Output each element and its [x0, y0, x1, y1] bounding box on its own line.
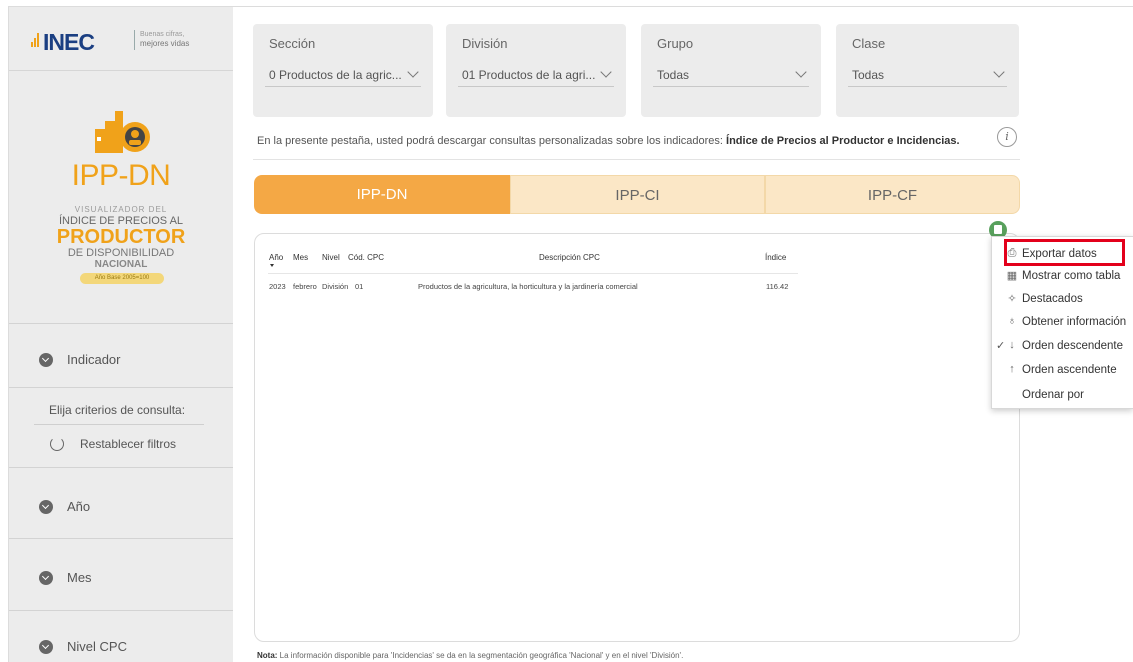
menu-item-orden-ascendente[interactable]: ↑ Orden ascendente — [992, 359, 1133, 381]
sidebar: INEC Buenas cifras, mejores vidas IPP-DN… — [9, 7, 233, 662]
chevron-down-icon — [795, 66, 807, 78]
cell-descripcion: Productos de la agricultura, la horticul… — [418, 282, 638, 291]
menu-item-ordenar-por[interactable]: Ordenar por — [992, 384, 1133, 406]
base-year-badge: Año Base 2005=100 — [80, 273, 164, 284]
info-text: En la presente pestaña, usted podrá desc… — [257, 135, 727, 147]
lightbulb-icon: ♁ — [1007, 315, 1017, 327]
menu-item-label: Orden descendente — [1022, 340, 1124, 352]
checkmark-icon: ✓ — [996, 340, 1006, 352]
column-header-mes[interactable]: Mes — [293, 253, 308, 262]
filter-value: 01 Productos de la agri... — [462, 68, 596, 82]
column-header-nivel[interactable]: Nivel — [322, 253, 340, 262]
sidebar-item-label: Año — [67, 499, 91, 514]
filter-value: Todas — [852, 68, 885, 82]
brand-subtitle-4: DE DISPONIBILIDAD — [67, 247, 175, 259]
brand-subtitle-3: PRODUCTOR — [56, 226, 186, 248]
sort-arrow-icon — [270, 264, 274, 267]
factory-worker-icon — [95, 111, 150, 153]
highlight-box — [1004, 239, 1125, 266]
sort-asc-icon: ↑ — [1009, 363, 1015, 375]
table-icon: ▦ — [1006, 270, 1018, 282]
info-bold-text: Índice de Precios al Productor e Inciden… — [726, 135, 960, 147]
chevron-down-icon — [39, 353, 53, 367]
column-header-descripcion[interactable]: Descripción CPC — [539, 253, 600, 262]
filter-title: División — [462, 36, 508, 51]
inec-logo: INEC Buenas cifras, mejores vidas — [9, 7, 233, 71]
reset-icon — [50, 437, 64, 451]
footnote: Nota: La información disponible para 'In… — [257, 651, 683, 660]
footnote-bold: Nota: — [257, 651, 278, 660]
inec-wordmark: INEC — [43, 29, 95, 55]
tab-ipp-ci[interactable]: IPP-CI — [510, 175, 765, 214]
footnote-text: La información disponible para 'Incidenc… — [277, 651, 684, 660]
inec-tagline-2: mejores vidas — [140, 39, 190, 48]
sidebar-item-label: Indicador — [67, 352, 121, 367]
menu-item-mostrar-tabla[interactable]: ▦ Mostrar como tabla — [992, 265, 1133, 287]
menu-item-label: Ordenar por — [1022, 389, 1085, 401]
menu-item-label: Orden ascendente — [1022, 364, 1117, 376]
chevron-down-icon — [39, 500, 53, 514]
filter-value: Todas — [657, 68, 690, 82]
filter-title: Grupo — [657, 36, 694, 51]
filter-title: Sección — [269, 36, 316, 51]
tab-ipp-cf[interactable]: IPP-CF — [765, 175, 1020, 214]
filter-seccion[interactable]: Sección 0 Productos de la agric... — [253, 24, 433, 117]
sidebar-item-ano[interactable]: Año — [9, 497, 233, 517]
cell-mes: febrero — [293, 282, 317, 291]
menu-item-label: Destacados — [1022, 293, 1083, 305]
sidebar-item-nivel-cpc[interactable]: Nivel CPC — [9, 637, 233, 657]
cell-indice: 116.42 — [766, 282, 789, 291]
sidebar-item-label: Mes — [67, 570, 92, 585]
chevron-down-icon — [993, 66, 1005, 78]
spotlight-icon: ✧ — [1007, 293, 1017, 305]
cell-cod-cpc: 01 — [355, 282, 364, 291]
menu-item-obtener-informacion[interactable]: ♁ Obtener información — [992, 311, 1133, 333]
table-visual — [254, 233, 1020, 642]
info-icon[interactable]: i — [997, 127, 1017, 147]
sidebar-item-mes[interactable]: Mes — [9, 568, 233, 588]
inec-tagline-1: Buenas cifras, — [140, 31, 185, 38]
brand-subtitle-5: NACIONAL — [94, 259, 148, 270]
column-header-ano[interactable]: Año — [269, 253, 283, 262]
brand-subtitle-1: VISUALIZADOR DEL — [74, 205, 168, 214]
chevron-down-icon — [39, 640, 53, 654]
column-header-cod-cpc[interactable]: Cód. CPC — [348, 253, 384, 262]
menu-item-label: Obtener información — [1022, 316, 1127, 328]
bars-icon — [31, 33, 41, 47]
criteria-label: Elija criterios de consulta: — [49, 403, 186, 417]
ipp-dn-title: IPP-DN — [71, 159, 171, 192]
sidebar-item-indicador[interactable]: Indicador — [9, 350, 233, 370]
filter-title: Clase — [852, 36, 886, 51]
cell-nivel: División — [322, 282, 349, 291]
menu-item-label: Mostrar como tabla — [1022, 270, 1121, 282]
menu-item-orden-descendente[interactable]: ✓ ↓ Orden descendente — [992, 335, 1133, 357]
chevron-down-icon — [39, 571, 53, 585]
filter-grupo[interactable]: Grupo Todas — [641, 24, 821, 117]
info-description: En la presente pestaña, usted podrá desc… — [257, 135, 960, 147]
sidebar-item-label: Nivel CPC — [67, 639, 127, 654]
cell-ano: 2023 — [269, 282, 286, 291]
reset-filters-label: Restablecer filtros — [80, 437, 177, 451]
chevron-down-icon — [600, 66, 612, 78]
chevron-down-icon — [407, 66, 419, 78]
menu-item-destacados[interactable]: ✧ Destacados — [992, 288, 1133, 310]
filter-value: 0 Productos de la agric... — [269, 68, 402, 82]
filter-division[interactable]: División 01 Productos de la agri... — [446, 24, 626, 117]
filter-clase[interactable]: Clase Todas — [836, 24, 1019, 117]
column-header-indice[interactable]: Índice — [765, 253, 786, 262]
sort-desc-icon: ↓ — [1009, 339, 1015, 351]
tab-ipp-dn[interactable]: IPP-DN — [254, 175, 510, 214]
